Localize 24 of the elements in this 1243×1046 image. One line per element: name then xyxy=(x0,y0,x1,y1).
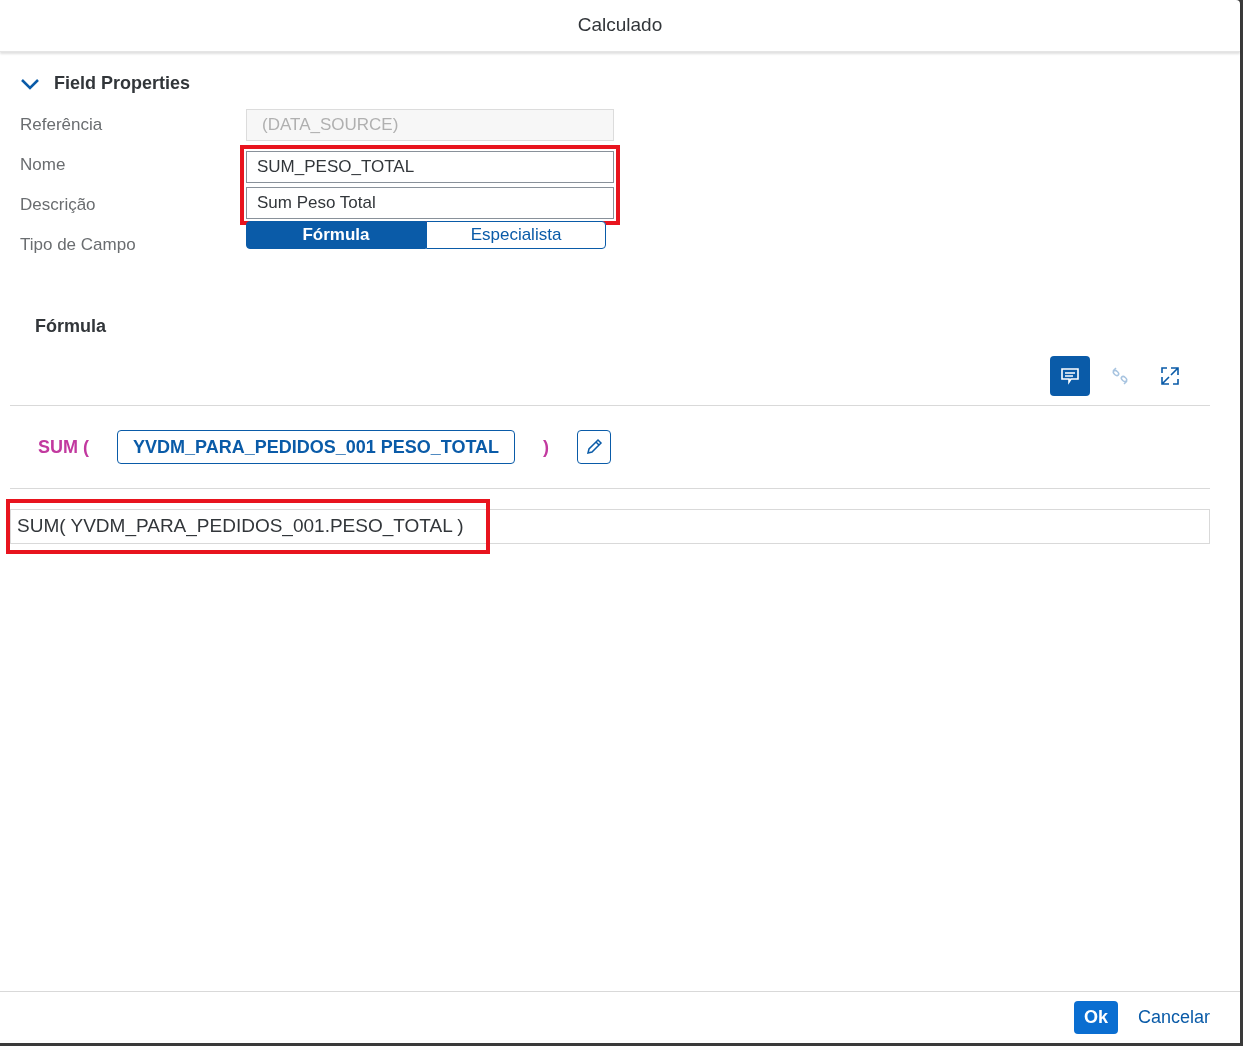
field-label: Nome xyxy=(20,154,66,177)
text-field[interactable]: SUM_PESO_TOTAL xyxy=(246,151,614,183)
text-field[interactable]: Sum Peso Total xyxy=(246,187,614,219)
dialog-title: Calculado xyxy=(577,13,663,38)
expression-field[interactable]: SUM( YVDM_PARA_PEDIDOS_001.PESO_TOTAL ) xyxy=(10,509,1210,544)
expand-icon xyxy=(1160,366,1180,386)
field-label: Referência xyxy=(20,114,103,137)
cancel-button[interactable]: Cancelar xyxy=(1137,1004,1210,1031)
segment-button[interactable]: Especialista xyxy=(426,221,606,249)
segment-button[interactable]: Fórmula xyxy=(246,221,426,249)
toolbar-button[interactable] xyxy=(1050,356,1090,396)
section-title: Field Properties xyxy=(54,72,191,95)
edit-button[interactable] xyxy=(577,430,612,464)
formula-token: ) xyxy=(543,435,550,459)
pencil-icon xyxy=(585,438,604,456)
ok-button[interactable]: Ok xyxy=(1073,1001,1118,1034)
field-token[interactable]: YVDM_PARA_PEDIDOS_001 PESO_TOTAL xyxy=(117,430,516,464)
section-title: Fórmula xyxy=(35,316,106,336)
field-label: Tipo de Campo xyxy=(20,234,136,257)
unlink-icon xyxy=(1110,367,1130,385)
chevron-down-icon[interactable] xyxy=(20,77,40,90)
formula-token: SUM ( xyxy=(38,435,89,459)
comment-icon xyxy=(1060,367,1080,385)
field-label: Descrição xyxy=(20,194,96,217)
